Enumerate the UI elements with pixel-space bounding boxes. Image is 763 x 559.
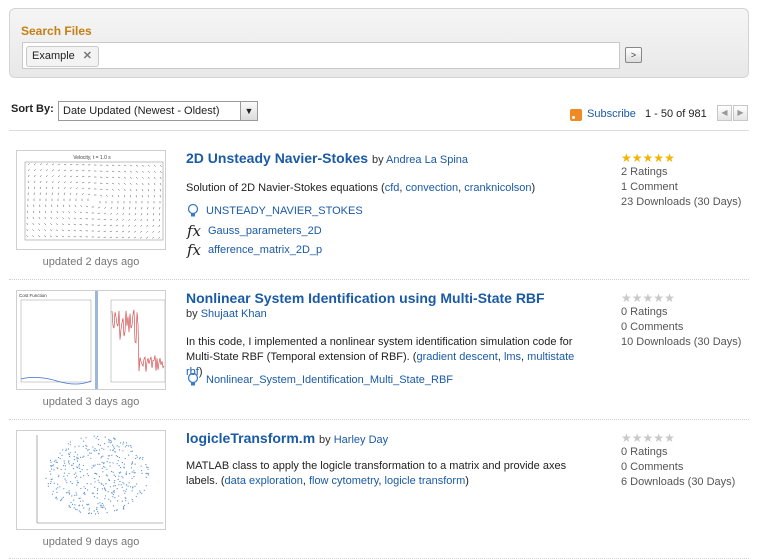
file-link[interactable]: Gauss_parameters_2D (208, 225, 322, 237)
author-link[interactable]: Harley Day (334, 434, 388, 446)
result-byline: by Shujaat Khan (186, 308, 267, 320)
rating-stars[interactable]: ★ ★ ★ ★ ★ (621, 152, 741, 164)
fx-icon: fx (186, 241, 201, 259)
tag-link[interactable]: cranknicolson (464, 182, 531, 194)
file-item[interactable]: Nonlinear_System_Identification_Multi_St… (186, 372, 453, 388)
comments-count: 1 Comment (621, 181, 678, 193)
result-thumbnail[interactable]: Cost Function (16, 290, 166, 390)
search-title: Search Files (21, 24, 92, 38)
result-stats: ★ ★ ★ ★ ★ 0 Ratings 0 Comments 10 Downloads … (621, 292, 741, 350)
thumbnail-title: Cost Function (19, 293, 47, 298)
star-icon[interactable]: ★ (664, 292, 675, 304)
fx-icon: fx (186, 222, 201, 240)
prev-page-button[interactable]: ◀ (717, 105, 732, 121)
star-icon[interactable]: ★ (653, 152, 664, 164)
rating-stars[interactable]: ★ ★ ★ ★ ★ (621, 432, 735, 444)
result-title-link[interactable]: Nonlinear System Identification using Mu… (186, 290, 545, 306)
divider (9, 419, 749, 420)
next-page-button[interactable]: ▶ (733, 105, 748, 121)
search-input[interactable]: Example ✕ (22, 42, 620, 69)
file-item[interactable]: fx afference_matrix_2D_p (186, 241, 322, 259)
star-icon[interactable]: ★ (632, 152, 643, 164)
downloads-count: 6 Downloads (30 Days) (621, 476, 736, 488)
by-label: by (319, 434, 331, 446)
divider (9, 279, 749, 280)
lightbulb-icon (186, 372, 200, 388)
description-suffix: ) (531, 182, 536, 194)
search-token: Example ✕ (26, 46, 100, 67)
star-icon[interactable]: ★ (664, 152, 675, 164)
result-title: Nonlinear System Identification using Mu… (186, 290, 545, 306)
comments-count: 0 Comments (621, 461, 684, 473)
thumbnail-title: Velocity, t = 1.0 s (73, 155, 111, 161)
thumbnail-scatter (36, 435, 163, 524)
file-item[interactable]: UNSTEADY_NAVIER_STOKES (186, 203, 363, 219)
ratings-count: 0 Ratings (621, 306, 668, 318)
result-description: Solution of 2D Navier-Stokes equations (… (186, 182, 536, 194)
star-icon[interactable]: ★ (643, 292, 654, 304)
tag-link[interactable]: gradient descent (416, 351, 497, 363)
result-stats: ★ ★ ★ ★ ★ 0 Ratings 0 Comments 6 Downloads (… (621, 432, 735, 490)
star-icon[interactable]: ★ (621, 152, 632, 164)
lightbulb-icon (186, 203, 200, 219)
star-icon[interactable]: ★ (664, 432, 675, 444)
by-label: by (186, 308, 198, 320)
updated-text: updated 9 days ago (42, 536, 140, 548)
star-icon[interactable]: ★ (621, 292, 632, 304)
file-link[interactable]: UNSTEADY_NAVIER_STOKES (206, 205, 363, 217)
updated-text: updated 2 days ago (42, 256, 140, 268)
ratings-count: 2 Ratings (621, 166, 668, 178)
author-link[interactable]: Andrea La Spina (386, 154, 468, 166)
pager-range: 1 - 50 of 981 (645, 108, 707, 120)
result-thumbnail[interactable] (16, 430, 166, 530)
subscribe-link[interactable]: Subscribe (587, 108, 636, 120)
search-go-button[interactable]: > (625, 47, 642, 63)
tag-link[interactable]: flow cytometry (309, 475, 378, 487)
downloads-count: 10 Downloads (30 Days) (621, 336, 742, 348)
tag-link[interactable]: data exploration (225, 475, 303, 487)
result-description: MATLAB class to apply the logicle transf… (186, 460, 567, 487)
star-icon[interactable]: ★ (643, 152, 654, 164)
result-title: 2D Unsteady Navier-Stokes by Andrea La S… (186, 150, 468, 166)
result-thumbnail[interactable]: Velocity, t = 1.0 s (16, 150, 166, 250)
file-link[interactable]: afference_matrix_2D_p (208, 244, 322, 256)
file-item[interactable]: fx Gauss_parameters_2D (186, 222, 322, 240)
star-icon[interactable]: ★ (621, 432, 632, 444)
remove-token-icon[interactable]: ✕ (83, 47, 92, 66)
thumbnail-cost-function: Cost Function (17, 291, 165, 389)
tag-link[interactable]: cfd (385, 182, 400, 194)
file-link[interactable]: Nonlinear_System_Identification_Multi_St… (206, 374, 453, 386)
downloads-count: 23 Downloads (30 Days) (621, 196, 742, 208)
rss-icon[interactable] (570, 109, 582, 121)
divider (9, 130, 749, 131)
sort-select-value: Date Updated (Newest - Oldest) (63, 105, 220, 117)
search-token-label: Example (32, 50, 75, 62)
chevron-down-icon: ▼ (240, 102, 257, 120)
by-label: by (371, 154, 384, 166)
sort-select[interactable]: Date Updated (Newest - Oldest) ▼ (58, 101, 258, 121)
star-icon[interactable]: ★ (653, 292, 664, 304)
result-title: logicleTransform.m by Harley Day (186, 430, 388, 446)
comments-count: 0 Comments (621, 321, 684, 333)
updated-text: updated 3 days ago (42, 396, 140, 408)
tag-link[interactable]: lms (504, 351, 521, 363)
thumbnail-velocity-field: Velocity, t = 1.0 s (24, 155, 164, 241)
description-text: Solution of 2D Navier-Stokes equations ( (186, 182, 385, 194)
tag-link[interactable]: logicle transform (385, 475, 466, 487)
result-title-link[interactable]: logicleTransform.m (186, 430, 315, 446)
star-icon[interactable]: ★ (643, 432, 654, 444)
ratings-count: 0 Ratings (621, 446, 668, 458)
star-icon[interactable]: ★ (653, 432, 664, 444)
result-title-link[interactable]: 2D Unsteady Navier-Stokes (186, 150, 368, 166)
tag-link[interactable]: convection (406, 182, 459, 194)
author-link[interactable]: Shujaat Khan (201, 308, 267, 320)
result-stats: ★ ★ ★ ★ ★ 2 Ratings 1 Comment 23 Downloads (… (621, 152, 741, 210)
rating-stars[interactable]: ★ ★ ★ ★ ★ (621, 292, 741, 304)
search-panel: Search Files Example ✕ > (9, 8, 749, 78)
star-icon[interactable]: ★ (632, 292, 643, 304)
sort-label: Sort By: (11, 103, 54, 115)
description-suffix: ) (465, 475, 469, 487)
star-icon[interactable]: ★ (632, 432, 643, 444)
